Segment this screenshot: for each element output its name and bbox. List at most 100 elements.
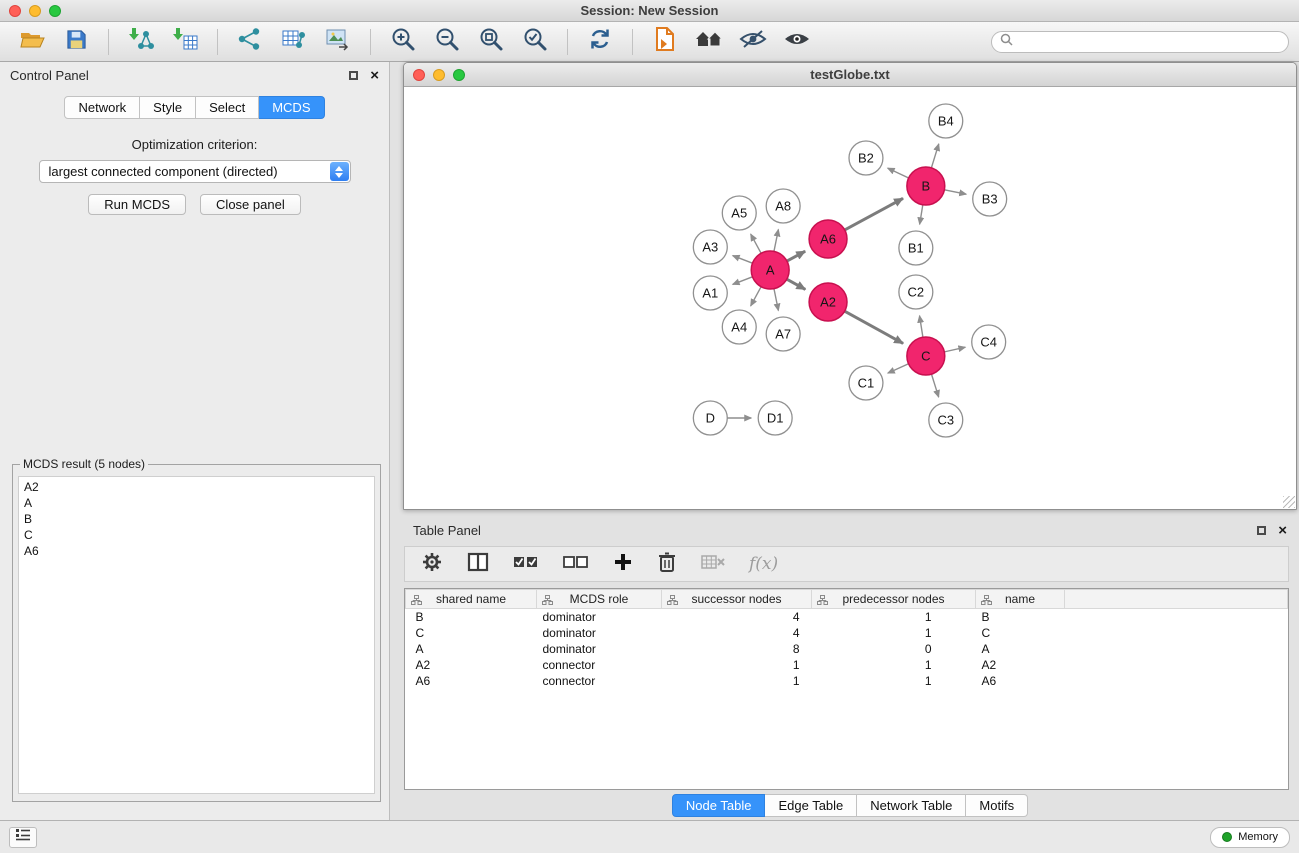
graph-node-B[interactable]: B (907, 167, 945, 205)
refresh-button[interactable] (583, 27, 617, 57)
column-header-shared-name[interactable]: shared name (406, 590, 537, 609)
tab-network[interactable]: Network (64, 96, 140, 119)
graph-edge-A-A1[interactable] (733, 277, 753, 285)
tab-style[interactable]: Style (140, 96, 196, 119)
graph-node-D1[interactable]: D1 (758, 401, 792, 435)
table-cell[interactable]: dominator (537, 625, 662, 641)
graph-node-A8[interactable]: A8 (766, 189, 800, 223)
graph-edge-A-A2[interactable] (787, 279, 806, 289)
table-cell[interactable]: 4 (662, 609, 812, 625)
graph-node-D[interactable]: D (693, 401, 727, 435)
graph-node-B4[interactable]: B4 (929, 104, 963, 138)
table-cell[interactable]: 1 (662, 657, 812, 673)
graph-node-B3[interactable]: B3 (973, 182, 1007, 216)
mcds-result-list[interactable]: A2ABCA6 (18, 476, 375, 794)
save-session-button[interactable] (59, 27, 93, 57)
close-panel-button[interactable]: Close panel (200, 194, 301, 215)
table-cell[interactable]: 1 (812, 657, 976, 673)
function-builder-button[interactable]: f(x) (749, 554, 778, 574)
graph-edge-A2-C[interactable] (845, 311, 903, 343)
graph-edge-A6-B[interactable] (845, 198, 903, 230)
minimize-window-button[interactable] (29, 5, 41, 17)
float-panel-icon[interactable] (349, 71, 358, 80)
table-cell[interactable]: 1 (812, 673, 976, 689)
column-header-predecessor-nodes[interactable]: predecessor nodes (812, 590, 976, 609)
table-cell[interactable]: A (976, 641, 1065, 657)
graph-edge-B-B3[interactable] (944, 190, 966, 194)
zoom-out-button[interactable] (430, 27, 464, 57)
column-header-successor-nodes[interactable]: successor nodes (662, 590, 812, 609)
graph-node-A5[interactable]: A5 (722, 196, 756, 230)
result-item[interactable]: C (24, 527, 369, 543)
result-item[interactable]: A6 (24, 543, 369, 559)
table-cell[interactable]: dominator (537, 641, 662, 657)
table-row[interactable]: Cdominator41C (406, 625, 1288, 641)
table-cell[interactable]: 4 (662, 625, 812, 641)
tab-network-table[interactable]: Network Table (857, 794, 966, 817)
node-table-container[interactable]: shared nameMCDS rolesuccessor nodesprede… (404, 588, 1289, 790)
column-header-MCDS-role[interactable]: MCDS role (537, 590, 662, 609)
table-row[interactable]: A2connector11A2 (406, 657, 1288, 673)
graph-edge-A-A8[interactable] (774, 230, 778, 252)
delete-table-button[interactable] (701, 553, 725, 576)
graph-node-C2[interactable]: C2 (899, 275, 933, 309)
graph-node-C1[interactable]: C1 (849, 366, 883, 400)
graph-edge-C-C1[interactable] (888, 364, 909, 373)
network-from-selection-button[interactable] (233, 27, 267, 57)
task-history-button[interactable] (9, 827, 37, 848)
graph-node-A4[interactable]: A4 (722, 310, 756, 344)
minimize-network-window-button[interactable] (433, 69, 445, 81)
tab-select[interactable]: Select (196, 96, 259, 119)
show-hide-button[interactable] (780, 27, 814, 57)
table-cell[interactable]: A2 (406, 657, 537, 673)
tab-edge-table[interactable]: Edge Table (765, 794, 857, 817)
table-cell[interactable]: 0 (812, 641, 976, 657)
graph-edge-B-B2[interactable] (888, 168, 909, 178)
select-all-button[interactable] (513, 553, 539, 576)
table-cell[interactable]: A (406, 641, 537, 657)
optimization-criterion-dropdown[interactable]: largest connected component (directed) (39, 160, 351, 183)
export-image-button[interactable] (321, 27, 355, 57)
deselect-all-button[interactable] (563, 553, 589, 576)
network-canvas[interactable]: AA1A2A3A4A5A6A7A8BB1B2B3B4CC1C2C3C4DD1 (404, 87, 1296, 509)
table-cell[interactable]: 8 (662, 641, 812, 657)
table-settings-button[interactable] (421, 551, 443, 578)
zoom-in-button[interactable] (386, 27, 420, 57)
add-column-button[interactable] (613, 552, 633, 577)
new-network-table-button[interactable] (277, 27, 311, 57)
zoom-network-window-button[interactable] (453, 69, 465, 81)
import-table-button[interactable] (168, 27, 202, 57)
table-cell[interactable]: connector (537, 673, 662, 689)
graph-edge-C-C3[interactable] (931, 374, 938, 397)
graph-edge-A-A6[interactable] (787, 251, 805, 261)
result-item[interactable]: A (24, 495, 369, 511)
home-button[interactable] (692, 27, 726, 57)
table-cell[interactable]: dominator (537, 609, 662, 625)
graph-node-A7[interactable]: A7 (766, 317, 800, 351)
table-cell[interactable]: connector (537, 657, 662, 673)
network-graph[interactable]: AA1A2A3A4A5A6A7A8BB1B2B3B4CC1C2C3C4DD1 (404, 87, 1296, 509)
close-network-window-button[interactable] (413, 69, 425, 81)
search-input[interactable] (1018, 35, 1280, 49)
table-cell[interactable]: A6 (976, 673, 1065, 689)
table-row[interactable]: A6connector11A6 (406, 673, 1288, 689)
graph-node-C4[interactable]: C4 (972, 325, 1006, 359)
graph-node-A[interactable]: A (751, 251, 789, 289)
delete-column-button[interactable] (657, 551, 677, 578)
close-panel-icon[interactable]: × (370, 68, 379, 83)
graph-edge-A-A4[interactable] (751, 287, 761, 306)
graph-edge-C-C4[interactable] (944, 347, 965, 352)
table-cell[interactable]: 1 (662, 673, 812, 689)
table-cell[interactable]: B (406, 609, 537, 625)
close-window-button[interactable] (9, 5, 21, 17)
column-header-name[interactable]: name (976, 590, 1065, 609)
result-item[interactable]: B (24, 511, 369, 527)
window-resize-grip[interactable] (1283, 496, 1295, 508)
zoom-window-button[interactable] (49, 5, 61, 17)
memory-button[interactable]: Memory (1210, 827, 1290, 848)
table-cell[interactable]: 1 (812, 625, 976, 641)
table-row[interactable]: Bdominator41B (406, 609, 1288, 625)
network-window-titlebar[interactable]: testGlobe.txt (404, 63, 1296, 87)
table-cell[interactable]: C (406, 625, 537, 641)
float-table-panel-icon[interactable] (1257, 526, 1266, 535)
